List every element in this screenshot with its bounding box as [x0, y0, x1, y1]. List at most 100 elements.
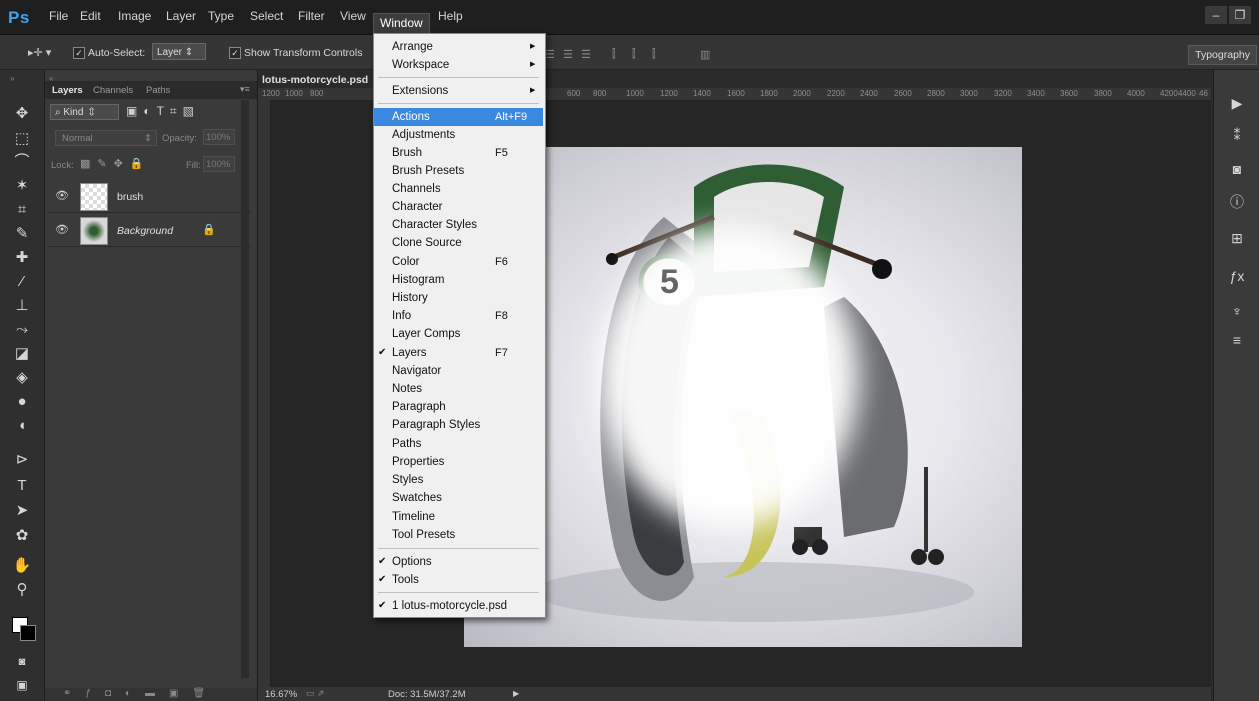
menu-item-channels[interactable]: Channels	[374, 180, 543, 198]
shape-tool-icon[interactable]: ✿	[10, 526, 34, 546]
menu-item-brush[interactable]: Brush F5	[374, 144, 543, 162]
move-tool-icon[interactable]: ✥	[10, 104, 34, 124]
menu-item-adjustments[interactable]: Adjustments	[374, 126, 543, 144]
menu-item-timeline[interactable]: Timeline	[374, 508, 543, 526]
visibility-eye-icon[interactable]: 👁	[55, 223, 69, 236]
hand-tool-icon[interactable]: ✋	[10, 556, 34, 576]
collapse-icon[interactable]: »	[10, 74, 14, 83]
stamp-tool-icon[interactable]: ⊥	[10, 296, 34, 316]
paint-bucket-icon[interactable]: ◈	[10, 368, 34, 388]
restore-icon[interactable]: ❐	[1229, 6, 1251, 24]
fill-input[interactable]: 100%	[203, 156, 235, 172]
menu-image[interactable]: Image	[118, 9, 151, 23]
minimize-icon[interactable]: –	[1205, 6, 1227, 24]
panel-menu-icon[interactable]: ▾≡	[240, 84, 250, 95]
adjustments-icon[interactable]: ≡	[1228, 332, 1246, 350]
move-tool-icon[interactable]: ▸✛ ▾	[28, 46, 51, 59]
lock-icons[interactable]: ▩✎✥🔒	[80, 157, 151, 170]
menu-item-layer-comps[interactable]: Layer Comps	[374, 325, 543, 343]
status-menu-arrow-icon[interactable]: ▶	[513, 689, 519, 698]
menu-item-actions[interactable]: Actions Alt+F9	[374, 108, 543, 126]
document-tab[interactable]: lotus-motorcycle.psd	[258, 72, 373, 88]
menu-item-arrange[interactable]: Arrange ▶	[374, 38, 543, 56]
magic-wand-icon[interactable]: ✶	[10, 176, 34, 196]
auto-select-checkbox[interactable]: ✓ Auto-Select:	[73, 47, 145, 60]
menu-item-histogram[interactable]: Histogram	[374, 271, 543, 289]
menu-help[interactable]: Help	[438, 9, 463, 23]
distribute-icon[interactable]: ⫿	[652, 48, 664, 60]
menu-item-character[interactable]: Character	[374, 198, 543, 216]
menu-item-history[interactable]: History	[374, 289, 543, 307]
zoom-level[interactable]: 16.67%	[265, 689, 297, 700]
share-icon[interactable]: ▭ ⇗	[306, 688, 325, 699]
eyedropper-icon[interactable]: ✎	[10, 224, 34, 244]
brush-presets-icon[interactable]: ♆	[1228, 303, 1246, 321]
menu-edit[interactable]: Edit	[80, 9, 101, 23]
menu-item-paragraph-styles[interactable]: Paragraph Styles	[374, 416, 543, 434]
align-icon[interactable]: ☰	[563, 48, 575, 61]
history-icon[interactable]: ⁑	[1228, 127, 1246, 145]
auto-select-target-select[interactable]: Layer ⇕	[152, 43, 206, 60]
panel-scrollbar[interactable]	[241, 100, 249, 678]
menu-item-tool-presets[interactable]: Tool Presets	[374, 526, 543, 544]
align-icon[interactable]: ☰	[545, 48, 557, 61]
quick-mask-icon[interactable]: ◙	[10, 652, 34, 672]
align-icon[interactable]: ☰	[581, 48, 593, 61]
layer-filter-icons[interactable]: ▣◐T⌗▧	[126, 104, 200, 119]
healing-brush-icon[interactable]: ✚	[10, 248, 34, 268]
document-image[interactable]: 5	[464, 147, 1022, 647]
pen-tool-icon[interactable]: ⊳	[10, 450, 34, 470]
tab-channels[interactable]: Channels	[93, 85, 133, 96]
blur-tool-icon[interactable]: ●	[10, 392, 34, 412]
filter-kind-select[interactable]: ⌕ Kind ⇕	[50, 104, 119, 120]
menu-filter[interactable]: Filter	[298, 9, 325, 23]
show-transform-controls-checkbox[interactable]: ✓ Show Transform Controls	[229, 47, 362, 60]
menu-item-workspace[interactable]: Workspace ▶	[374, 56, 543, 74]
menu-type[interactable]: Type	[208, 9, 234, 23]
dodge-tool-icon[interactable]: ◖	[10, 416, 34, 436]
menu-item-character-styles[interactable]: Character Styles	[374, 216, 543, 234]
menu-item-paths[interactable]: Paths	[374, 435, 543, 453]
background-color-icon[interactable]	[20, 625, 36, 641]
blend-mode-select[interactable]: Normal ⇕	[55, 130, 157, 146]
layer-row[interactable]: 👁 brush	[47, 180, 251, 213]
tab-layers[interactable]: Layers	[52, 85, 83, 96]
workspace-switcher-button[interactable]: Typography	[1188, 45, 1257, 65]
styles-icon[interactable]: ƒx	[1228, 268, 1246, 286]
menu-item-styles[interactable]: Styles	[374, 471, 543, 489]
menu-view[interactable]: View	[340, 9, 366, 23]
history-brush-icon[interactable]: ⤳	[10, 320, 34, 340]
screen-mode-icon[interactable]: ▣	[10, 675, 34, 695]
auto-align-icon[interactable]: ▥	[700, 48, 712, 61]
lasso-tool-icon[interactable]: ⌒	[10, 152, 34, 172]
distribute-icon[interactable]: ⫿	[632, 48, 644, 60]
menu-layer[interactable]: Layer	[166, 9, 196, 23]
layer-row[interactable]: 👁 Background 🔒	[47, 214, 251, 247]
menu-item-navigator[interactable]: Navigator	[374, 362, 543, 380]
menu-select[interactable]: Select	[250, 9, 283, 23]
crop-tool-icon[interactable]: ⌗	[10, 200, 34, 220]
menu-item-layers[interactable]: ✔ Layers F7	[374, 344, 543, 362]
info-panel-icon[interactable]: ◙	[1228, 161, 1246, 179]
menu-item-properties[interactable]: Properties	[374, 453, 543, 471]
menu-item-extensions[interactable]: Extensions ▶	[374, 82, 543, 100]
info-icon[interactable]: ⓘ	[1228, 192, 1246, 210]
path-select-icon[interactable]: ➤	[10, 501, 34, 521]
zoom-tool-icon[interactable]: ⚲	[10, 580, 34, 600]
menu-item-color[interactable]: Color F6	[374, 253, 543, 271]
tab-paths[interactable]: Paths	[146, 85, 170, 96]
distribute-icon[interactable]: ⫿	[612, 48, 624, 60]
menu-item-swatches[interactable]: Swatches	[374, 489, 543, 507]
menu-item-brush-presets[interactable]: Brush Presets	[374, 162, 543, 180]
layers-footer-icons[interactable]: ⚭ƒ◘◐▬▣🗑	[45, 688, 257, 701]
menu-item-open-document[interactable]: ✔ 1 lotus-motorcycle.psd	[374, 597, 543, 615]
grid-icon[interactable]: ⊞	[1228, 230, 1246, 248]
visibility-eye-icon[interactable]: 👁	[55, 189, 69, 202]
menu-item-tools[interactable]: ✔ Tools	[374, 571, 543, 589]
menu-item-clone-source[interactable]: Clone Source	[374, 234, 543, 252]
play-icon[interactable]: ▶	[1228, 95, 1246, 113]
brush-tool-icon[interactable]: ⁄	[10, 272, 34, 292]
menu-file[interactable]: File	[49, 9, 68, 23]
opacity-input[interactable]: 100%	[203, 129, 235, 145]
eraser-tool-icon[interactable]: ◪	[10, 344, 34, 364]
